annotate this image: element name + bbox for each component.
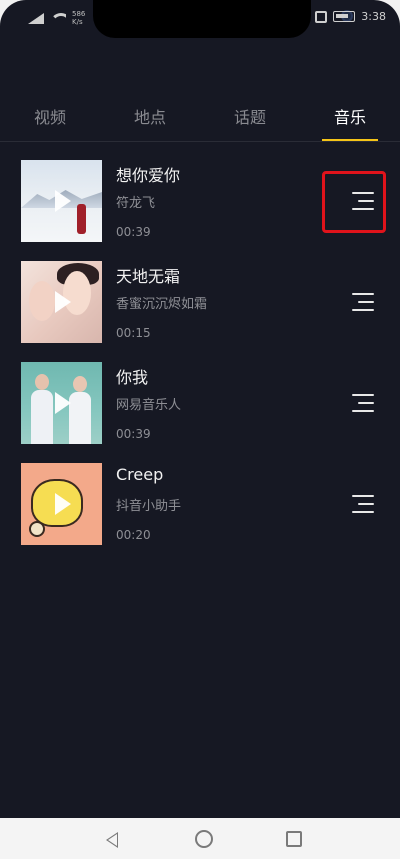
song-title: Creep bbox=[116, 465, 164, 484]
play-icon[interactable] bbox=[55, 392, 71, 414]
cover-art bbox=[73, 376, 87, 392]
song-artist: 抖音小助手 bbox=[116, 499, 182, 514]
song-duration: 00:39 bbox=[116, 427, 151, 441]
search-tabs: 视频 地点 话题 音乐 bbox=[0, 100, 400, 142]
screen-notch bbox=[93, 0, 353, 38]
recent-square-icon[interactable] bbox=[286, 831, 302, 847]
back-triangle-icon[interactable] bbox=[106, 832, 118, 848]
song-artist: 网易音乐人 bbox=[116, 398, 182, 413]
menu-line bbox=[352, 511, 374, 513]
status-bar-right: 3:38 bbox=[315, 10, 386, 23]
menu-line bbox=[352, 309, 374, 311]
list-item[interactable]: Creep 抖音小助手 00:20 bbox=[0, 461, 400, 562]
menu-line bbox=[352, 410, 374, 412]
cover-art bbox=[29, 521, 45, 537]
song-cover[interactable] bbox=[21, 160, 102, 242]
vibrate-icon bbox=[315, 10, 328, 23]
wifi-icon bbox=[50, 12, 66, 24]
menu-lines-icon bbox=[352, 293, 374, 295]
song-cover[interactable] bbox=[21, 362, 102, 444]
tab-location[interactable]: 地点 bbox=[100, 100, 200, 141]
cover-figure bbox=[77, 204, 86, 234]
play-icon[interactable] bbox=[55, 190, 71, 212]
cover-art bbox=[69, 392, 91, 444]
tab-topic[interactable]: 话题 bbox=[200, 100, 300, 141]
song-cover[interactable] bbox=[21, 463, 102, 545]
play-icon[interactable] bbox=[55, 291, 71, 313]
system-navigation-bar bbox=[0, 818, 400, 859]
song-menu-button[interactable] bbox=[348, 392, 376, 416]
menu-line bbox=[358, 301, 374, 303]
list-item[interactable]: 天地无霜 香蜜沉沉烬如霜 00:15 bbox=[0, 259, 400, 360]
song-duration: 00:20 bbox=[116, 528, 151, 542]
list-item[interactable]: 你我 网易音乐人 00:39 bbox=[0, 360, 400, 461]
cover-art bbox=[31, 390, 53, 444]
cover-art bbox=[29, 281, 55, 321]
signal-icon bbox=[28, 12, 44, 24]
song-title: 你我 bbox=[116, 368, 149, 387]
song-duration: 00:39 bbox=[116, 225, 151, 239]
menu-lines-icon bbox=[352, 495, 374, 497]
song-duration: 00:15 bbox=[116, 326, 151, 340]
menu-lines-icon bbox=[352, 394, 374, 396]
song-title: 天地无霜 bbox=[116, 267, 181, 286]
song-menu-button[interactable] bbox=[348, 291, 376, 315]
song-title: 想你爱你 bbox=[116, 166, 181, 185]
play-icon[interactable] bbox=[55, 493, 71, 515]
status-bar-left: 586 K/s bbox=[28, 10, 90, 26]
battery-icon bbox=[333, 11, 356, 22]
song-artist: 符龙飞 bbox=[116, 196, 156, 211]
tab-music[interactable]: 音乐 bbox=[300, 100, 400, 141]
song-artist: 香蜜沉沉烬如霜 bbox=[116, 297, 208, 312]
app-screen: 586 K/s 3:38 视频 地点 话题 音乐 想你爱你 符龙飞 00:39 bbox=[0, 0, 400, 818]
highlight-box bbox=[322, 171, 386, 233]
menu-line bbox=[358, 402, 374, 404]
status-time: 3:38 bbox=[361, 10, 386, 23]
home-circle-icon[interactable] bbox=[195, 830, 213, 848]
network-speed: 586 K/s bbox=[72, 10, 86, 26]
song-menu-button[interactable] bbox=[348, 493, 376, 517]
menu-line bbox=[358, 503, 374, 505]
song-cover[interactable] bbox=[21, 261, 102, 343]
cover-art bbox=[35, 374, 49, 390]
tab-video[interactable]: 视频 bbox=[0, 100, 100, 141]
